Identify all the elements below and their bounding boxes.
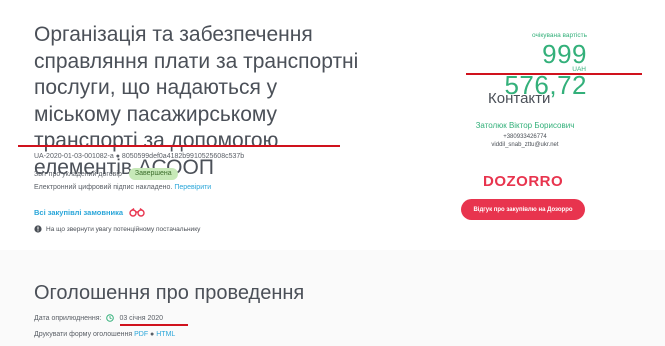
id-separator: ●	[115, 153, 120, 160]
title-underline	[18, 145, 340, 147]
verify-signature-link[interactable]: Перевірити	[174, 184, 211, 191]
contacts-title: Контакти	[488, 90, 551, 107]
clock-icon	[106, 314, 115, 322]
expected-price-label: очікувана вартість	[532, 32, 587, 39]
publication-date-label: Дата оприлюднення:	[34, 314, 102, 322]
supplier-warning-text: На що звернути увагу потенційному постач…	[46, 225, 201, 233]
tender-hash: 8050599def0a4182b9910525608c537b	[121, 153, 245, 160]
date-underline	[120, 324, 188, 326]
print-form-row: Друкувати форму оголошення PDF ● HTML	[34, 331, 175, 338]
dozorro-logo: DOZORRO	[483, 173, 564, 190]
alert-icon	[34, 225, 42, 233]
tender-id: UA-2020-01-03-001082-a	[34, 153, 114, 160]
print-html-link[interactable]: HTML	[156, 331, 175, 338]
announcement-title: Оголошення про проведення	[34, 282, 305, 304]
signature-text: Електронний цифровий підпис накладено.	[34, 184, 173, 191]
contract-report-row: Звіт про укладений договір Завершена	[34, 168, 178, 180]
publication-date-row: Дата оприлюднення: 03 січня 2020	[34, 314, 163, 322]
signature-row: Електронний цифровий підпис накладено. П…	[34, 184, 211, 191]
all-purchases-link[interactable]: Всі закупівлі замовника	[34, 208, 123, 217]
print-form-label: Друкувати форму оголошення	[34, 331, 133, 338]
price-underline	[466, 73, 642, 75]
price-currency: UAH	[572, 66, 586, 73]
contact-email: viddil_snab_zttu@ukr.net	[491, 142, 559, 148]
supplier-warning-row[interactable]: На що звернути увагу потенційному постач…	[34, 225, 200, 233]
contact-name: Затолюк Віктор Борисович	[475, 121, 575, 130]
status-badge: Завершена	[128, 168, 178, 180]
tender-id-line: UA-2020-01-03-001082-a ● 8050599def0a418…	[34, 153, 244, 160]
publication-date: 03 січня 2020	[119, 314, 164, 322]
contract-report-label: Звіт про укладений договір	[34, 170, 122, 178]
print-pdf-link[interactable]: PDF	[134, 331, 148, 338]
contact-phone: +380933426774	[503, 134, 547, 140]
all-purchases-row[interactable]: Всі закупівлі замовника	[34, 208, 145, 217]
dozorro-review-button[interactable]: Відгук про закупівлю на Дозорро	[461, 199, 585, 220]
binoculars-icon	[129, 208, 145, 217]
print-separator: ●	[150, 331, 155, 338]
